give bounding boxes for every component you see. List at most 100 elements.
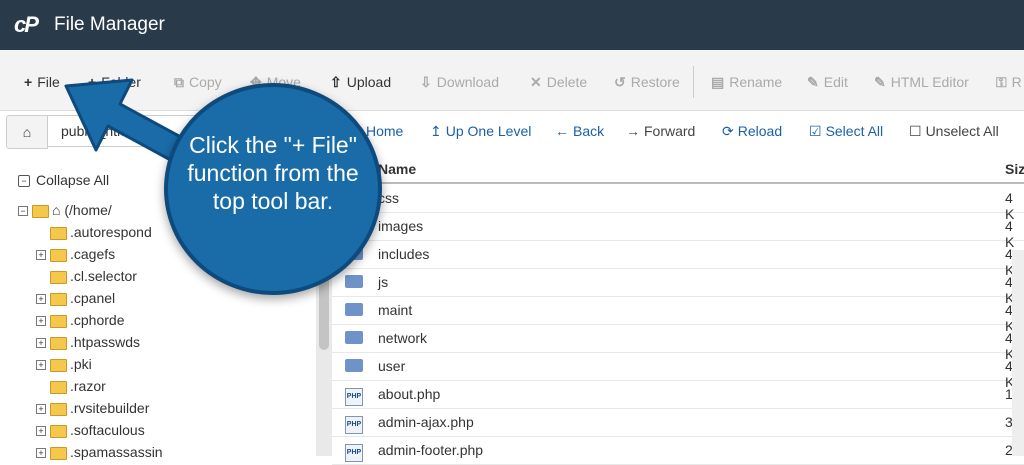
- new-folder-button[interactable]: + Folder: [88, 74, 141, 90]
- plus-icon: +: [88, 74, 97, 90]
- plus-icon: +: [36, 338, 46, 348]
- file-list: Name Siz css 4 K images 4 K includes 4 K js…: [332, 150, 1024, 465]
- navigation-bar: Home ↥ Up One Level ← Back → Forward ⟳ Reloa…: [332, 115, 1024, 149]
- plus-icon: +: [36, 316, 46, 326]
- table-row[interactable]: css 4 K: [332, 184, 1024, 222]
- restore-icon: ↺: [614, 74, 626, 90]
- table-row[interactable]: images 4 K: [332, 212, 1024, 250]
- delete-icon: ✕: [530, 74, 542, 90]
- tree-item[interactable]: .autorespond: [36, 224, 152, 244]
- tree-item[interactable]: + .cpanel: [36, 290, 115, 310]
- rename-button[interactable]: ▤ Rename: [711, 74, 782, 91]
- forward-button[interactable]: → Forward: [626, 123, 695, 139]
- download-button[interactable]: ⇩ Download: [420, 74, 499, 91]
- folder-open-icon: [32, 204, 49, 218]
- html-editor-button[interactable]: ✎ HTML Editor: [874, 74, 969, 91]
- table-row[interactable]: network 4 K: [332, 324, 1024, 362]
- checkbox-checked-icon: ☑: [809, 123, 822, 139]
- arrow-right-icon: →: [626, 123, 640, 139]
- restore-button[interactable]: ↺ Restore: [614, 74, 680, 91]
- cpanel-logo: cP: [14, 12, 39, 37]
- folder-icon: [50, 248, 67, 262]
- level-up-icon: ↥: [430, 123, 442, 139]
- tree-item[interactable]: + .htpasswds: [36, 334, 140, 354]
- home-icon: ⌂: [52, 202, 61, 218]
- html-editor-icon: ✎: [874, 74, 886, 90]
- tree-root[interactable]: − ⌂ (/home/: [18, 202, 112, 222]
- size-column-header[interactable]: Siz: [1005, 161, 1024, 177]
- reload-button[interactable]: ⟳ Reload: [722, 123, 782, 140]
- edit-button[interactable]: ✎ Edit: [807, 74, 848, 91]
- callout-bubble: Click the "+ File" function from the top…: [164, 83, 382, 295]
- toolbar: + File + Folder ⧉ Copy ✥ Move ⇧ Upload ⇩ Downl…: [0, 50, 1024, 111]
- copy-button[interactable]: ⧉ Copy: [174, 74, 222, 91]
- folder-icon: [50, 226, 67, 240]
- reload-icon: ⟳: [722, 123, 734, 139]
- folder-icon: [345, 331, 363, 344]
- app-title: File Manager: [54, 14, 165, 35]
- minus-icon: −: [18, 206, 28, 216]
- new-file-button[interactable]: + File: [24, 74, 60, 90]
- table-row[interactable]: user 4 K: [332, 352, 1024, 390]
- folder-icon: [345, 303, 363, 316]
- folder-icon: [50, 270, 67, 284]
- arrow-left-icon: ←: [555, 123, 569, 139]
- tree-item[interactable]: .razor: [36, 378, 106, 398]
- delete-button[interactable]: ✕ Delete: [530, 74, 587, 91]
- file-list-header: Name Siz: [332, 156, 1024, 184]
- tree-item[interactable]: + .spamassassin: [36, 444, 163, 464]
- home-button[interactable]: Home: [366, 123, 403, 139]
- php-file-icon: PHP: [345, 388, 363, 406]
- plus-icon: +: [36, 360, 46, 370]
- folder-icon: [345, 275, 363, 288]
- copy-icon: ⧉: [174, 74, 184, 90]
- table-row[interactable]: PHPabout.php14: [332, 380, 1024, 409]
- tree-item[interactable]: + .pki: [36, 356, 92, 376]
- plus-icon: +: [36, 404, 46, 414]
- tree-item[interactable]: + .rvsitebuilder: [36, 400, 149, 420]
- table-row[interactable]: maint 4 K: [332, 296, 1024, 334]
- permissions-icon: ⚿: [996, 74, 1007, 90]
- folder-icon: [50, 292, 67, 306]
- pencil-icon: ✎: [807, 74, 819, 90]
- folder-icon: [50, 336, 67, 350]
- collapse-all-button[interactable]: − Collapse All: [18, 172, 109, 188]
- select-all-button[interactable]: ☑ Select All: [809, 123, 883, 140]
- tree-item[interactable]: + .cagefs: [36, 246, 115, 266]
- home-icon: ⌂: [22, 124, 32, 140]
- tree-item[interactable]: + .softaculous: [36, 422, 145, 442]
- folder-icon: [50, 380, 67, 394]
- callout-text: Click the "+ File" function from the top…: [187, 132, 359, 214]
- download-icon: ⇩: [420, 74, 432, 90]
- folder-icon: [50, 314, 67, 328]
- unselect-all-button[interactable]: ☐ Unselect All: [909, 123, 999, 140]
- table-row[interactable]: PHPadmin-ajax.php3.7: [332, 408, 1024, 437]
- tree-item[interactable]: + .cphorde: [36, 312, 124, 332]
- upload-icon: ⇧: [330, 74, 342, 90]
- folder-icon: [50, 446, 67, 460]
- folder-icon: [50, 424, 67, 438]
- more-toolbar-button[interactable]: ⚿ R: [996, 74, 1022, 91]
- up-one-level-button[interactable]: ↥ Up One Level: [430, 123, 531, 140]
- folder-icon: [50, 358, 67, 372]
- plus-icon: +: [36, 426, 46, 436]
- table-row[interactable]: js 4 K: [332, 268, 1024, 306]
- folder-icon: [345, 359, 363, 372]
- checkbox-empty-icon: ☐: [909, 123, 922, 139]
- plus-icon: +: [24, 74, 33, 90]
- back-button[interactable]: ← Back: [555, 123, 604, 139]
- home-path-button[interactable]: ⌂: [6, 115, 48, 149]
- php-file-icon: PHP: [345, 444, 363, 462]
- upload-button[interactable]: ⇧ Upload: [330, 74, 391, 91]
- name-column-header[interactable]: Name: [378, 161, 416, 177]
- table-row[interactable]: includes 4 K: [332, 240, 1024, 278]
- folder-icon: [50, 402, 67, 416]
- file-icon: ▤: [711, 74, 725, 90]
- php-file-icon: PHP: [345, 416, 363, 434]
- file-list-scrollbar[interactable]: [1012, 250, 1024, 456]
- toolbar-separator: [693, 66, 694, 98]
- tree-item[interactable]: .cl.selector: [36, 268, 137, 288]
- table-row[interactable]: PHPadmin-footer.php2.5: [332, 436, 1024, 465]
- app-header: cP File Manager: [0, 0, 1024, 50]
- plus-icon: +: [36, 250, 46, 260]
